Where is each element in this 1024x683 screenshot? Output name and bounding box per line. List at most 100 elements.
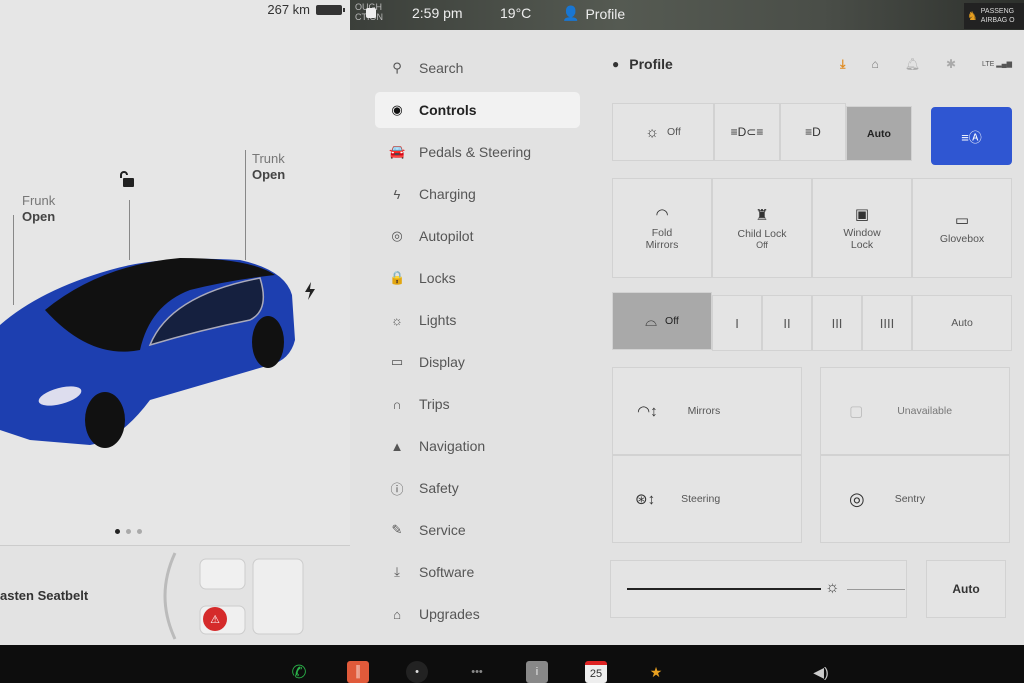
volume-icon[interactable]: ◀) <box>810 661 832 683</box>
range-text: 267 km <box>267 2 310 17</box>
page-dot-3[interactable] <box>137 529 142 534</box>
nav-item-label: Upgrades <box>419 606 480 622</box>
wipers-auto-button[interactable]: Auto <box>912 295 1012 351</box>
music-icon[interactable]: ║ <box>347 661 369 683</box>
profile-button[interactable]: 👤 Profile <box>562 5 625 22</box>
nav-item-software[interactable]: ⤓ Software <box>375 554 580 590</box>
person-icon: 👤 <box>562 5 580 21</box>
nav-item-controls[interactable]: ◉ Controls <box>375 92 580 128</box>
wiper-speed-4-button[interactable]: IIII <box>862 295 912 351</box>
sentry-button[interactable]: ◎ Sentry <box>820 455 1010 543</box>
garage-icon[interactable]: ⌂ <box>871 57 878 71</box>
nav-item-label: Controls <box>419 102 477 118</box>
navigation-icon: ▲ <box>390 438 404 454</box>
nav-item-charging[interactable]: ϟ Charging <box>375 176 580 212</box>
range-indicator: 267 km <box>267 2 345 17</box>
car-icon: 🚘 <box>389 144 406 159</box>
nav-item-search[interactable]: ⚲ Search <box>375 50 580 86</box>
low-beam-icon: ≡D <box>805 125 821 139</box>
search-icon: ⚲ <box>392 60 402 75</box>
nav-item-label: Locks <box>419 270 456 286</box>
adjust-steering-button[interactable]: ⊛↕ Steering <box>612 455 802 543</box>
nav-item-label: Display <box>419 354 465 370</box>
sun-icon: ☼ <box>645 123 659 141</box>
brightness-auto-button[interactable]: Auto <box>926 560 1006 618</box>
parking-lights-button[interactable]: ≡D⊂≡ <box>714 103 780 161</box>
frunk-status[interactable]: Frunk Open <box>22 193 55 225</box>
wipers-off-button[interactable]: ⌓ Off <box>612 292 712 350</box>
nav-item-upgrades[interactable]: ⌂ Upgrades <box>375 596 580 632</box>
parking-lights-icon: ≡D⊂≡ <box>730 125 764 139</box>
page-dot-2[interactable] <box>126 529 131 534</box>
window-lock-button[interactable]: ▣ Window Lock <box>812 178 912 278</box>
nav-item-trips[interactable]: ∩ Trips <box>375 386 580 422</box>
brightness-slider[interactable]: ☼ <box>610 560 907 618</box>
trunk-status[interactable]: Trunk Open <box>252 151 285 183</box>
window-lock-icon: ▣ <box>854 206 870 223</box>
steering-wheel-icon: ◎ <box>391 228 403 243</box>
nav-item-locks[interactable]: 🔒 Locks <box>375 260 580 296</box>
page-indicator[interactable] <box>115 529 142 534</box>
fold-mirrors-button[interactable]: ◠ Fold Mirrors <box>612 178 712 278</box>
toybox-icon[interactable]: ★ <box>645 661 667 683</box>
nav-item-service[interactable]: ✎ Service <box>375 512 580 548</box>
steering-wheel-adjust-icon: ⊛↕ <box>635 491 656 508</box>
profile-header[interactable]: ● Profile <box>612 56 673 72</box>
settings-nav: ⚲ Search ◉ Controls 🚘 Pedals & Steering ϟ Charg… <box>375 50 580 638</box>
nav-item-pedals-steering[interactable]: 🚘 Pedals & Steering <box>375 134 580 170</box>
trunk-callout-line <box>245 150 246 260</box>
seatbelt-alert: asten Seatbelt ⚠ <box>0 545 350 645</box>
camera-app-icon[interactable]: • <box>406 661 428 683</box>
unavailable-button: ▢ Unavailable <box>820 367 1010 455</box>
bell-icon[interactable]: 🔔︎ <box>905 57 920 71</box>
manual-icon[interactable]: i <box>526 661 548 683</box>
lights-auto-button[interactable]: Auto <box>846 106 912 161</box>
person-icon: ● <box>612 57 620 71</box>
camera-icon: ▢ <box>849 403 864 420</box>
app-dock: ✆ ║ • ••• i 25 ★ ◀) <box>0 645 1024 683</box>
nav-item-autopilot[interactable]: ◎ Autopilot <box>375 218 580 254</box>
brightness-slider-fill[interactable] <box>627 588 821 590</box>
page-dot-1[interactable] <box>115 529 120 534</box>
nav-item-lights[interactable]: ☼ Lights <box>375 302 580 338</box>
nav-item-label: Service <box>419 522 466 538</box>
download-icon[interactable]: ⤓ <box>840 57 845 72</box>
seat-map-diagram: ⚠ <box>163 552 304 640</box>
calendar-icon[interactable]: 25 <box>585 661 607 683</box>
car-status-panel: 267 km Frunk Open Trunk Open asten Seatb… <box>0 0 350 645</box>
mirror-icon: ◠ <box>655 206 669 223</box>
child-lock-icon: ♜ <box>755 207 769 224</box>
bag-icon: ⌂ <box>393 606 401 622</box>
clock: 2:59 pm <box>412 5 463 21</box>
outside-temperature: 19°C <box>500 5 532 21</box>
map-pin-icon <box>366 8 376 18</box>
display-icon: ▭ <box>390 354 404 369</box>
toggle-icon: ◉ <box>391 102 403 117</box>
more-apps-icon[interactable]: ••• <box>466 661 488 683</box>
auto-high-beam-button[interactable]: ≡Ⓐ <box>931 107 1012 165</box>
unlocked-icon[interactable] <box>118 170 136 188</box>
wiper-speed-2-button[interactable]: II <box>762 295 812 351</box>
nav-item-safety[interactable]: ⓘ Safety <box>375 470 580 506</box>
nav-item-navigation[interactable]: ▲ Navigation <box>375 428 580 464</box>
safety-icon: ⓘ <box>390 481 404 497</box>
child-lock-button[interactable]: ♜ Child Lock Off <box>712 178 812 278</box>
sentry-icon: ◎ <box>849 488 865 509</box>
charge-port-bolt-icon[interactable] <box>303 282 317 300</box>
wiper-speed-3-button[interactable]: III <box>812 295 862 351</box>
adjust-mirrors-button[interactable]: ◠↕ Mirrors <box>612 367 802 455</box>
airbag-icon: ♞ <box>967 9 978 23</box>
nav-item-display[interactable]: ▭ Display <box>375 344 580 380</box>
wiper-speed-1-button[interactable]: I <box>712 295 762 351</box>
trips-icon: ∩ <box>392 396 402 412</box>
phone-icon[interactable]: ✆ <box>288 661 310 683</box>
lights-off-button[interactable]: ☼ Off <box>612 103 714 161</box>
download-icon: ⤓ <box>394 564 400 579</box>
bluetooth-icon[interactable]: ✱ <box>946 57 956 71</box>
brightness-slider-track <box>847 589 905 590</box>
nav-item-label: Software <box>419 564 475 580</box>
glovebox-button[interactable]: ▭ Glovebox <box>912 178 1012 278</box>
low-beam-button[interactable]: ≡D <box>780 103 846 161</box>
brightness-sun-icon: ☼ <box>825 579 840 596</box>
nav-item-label: Charging <box>419 186 476 202</box>
